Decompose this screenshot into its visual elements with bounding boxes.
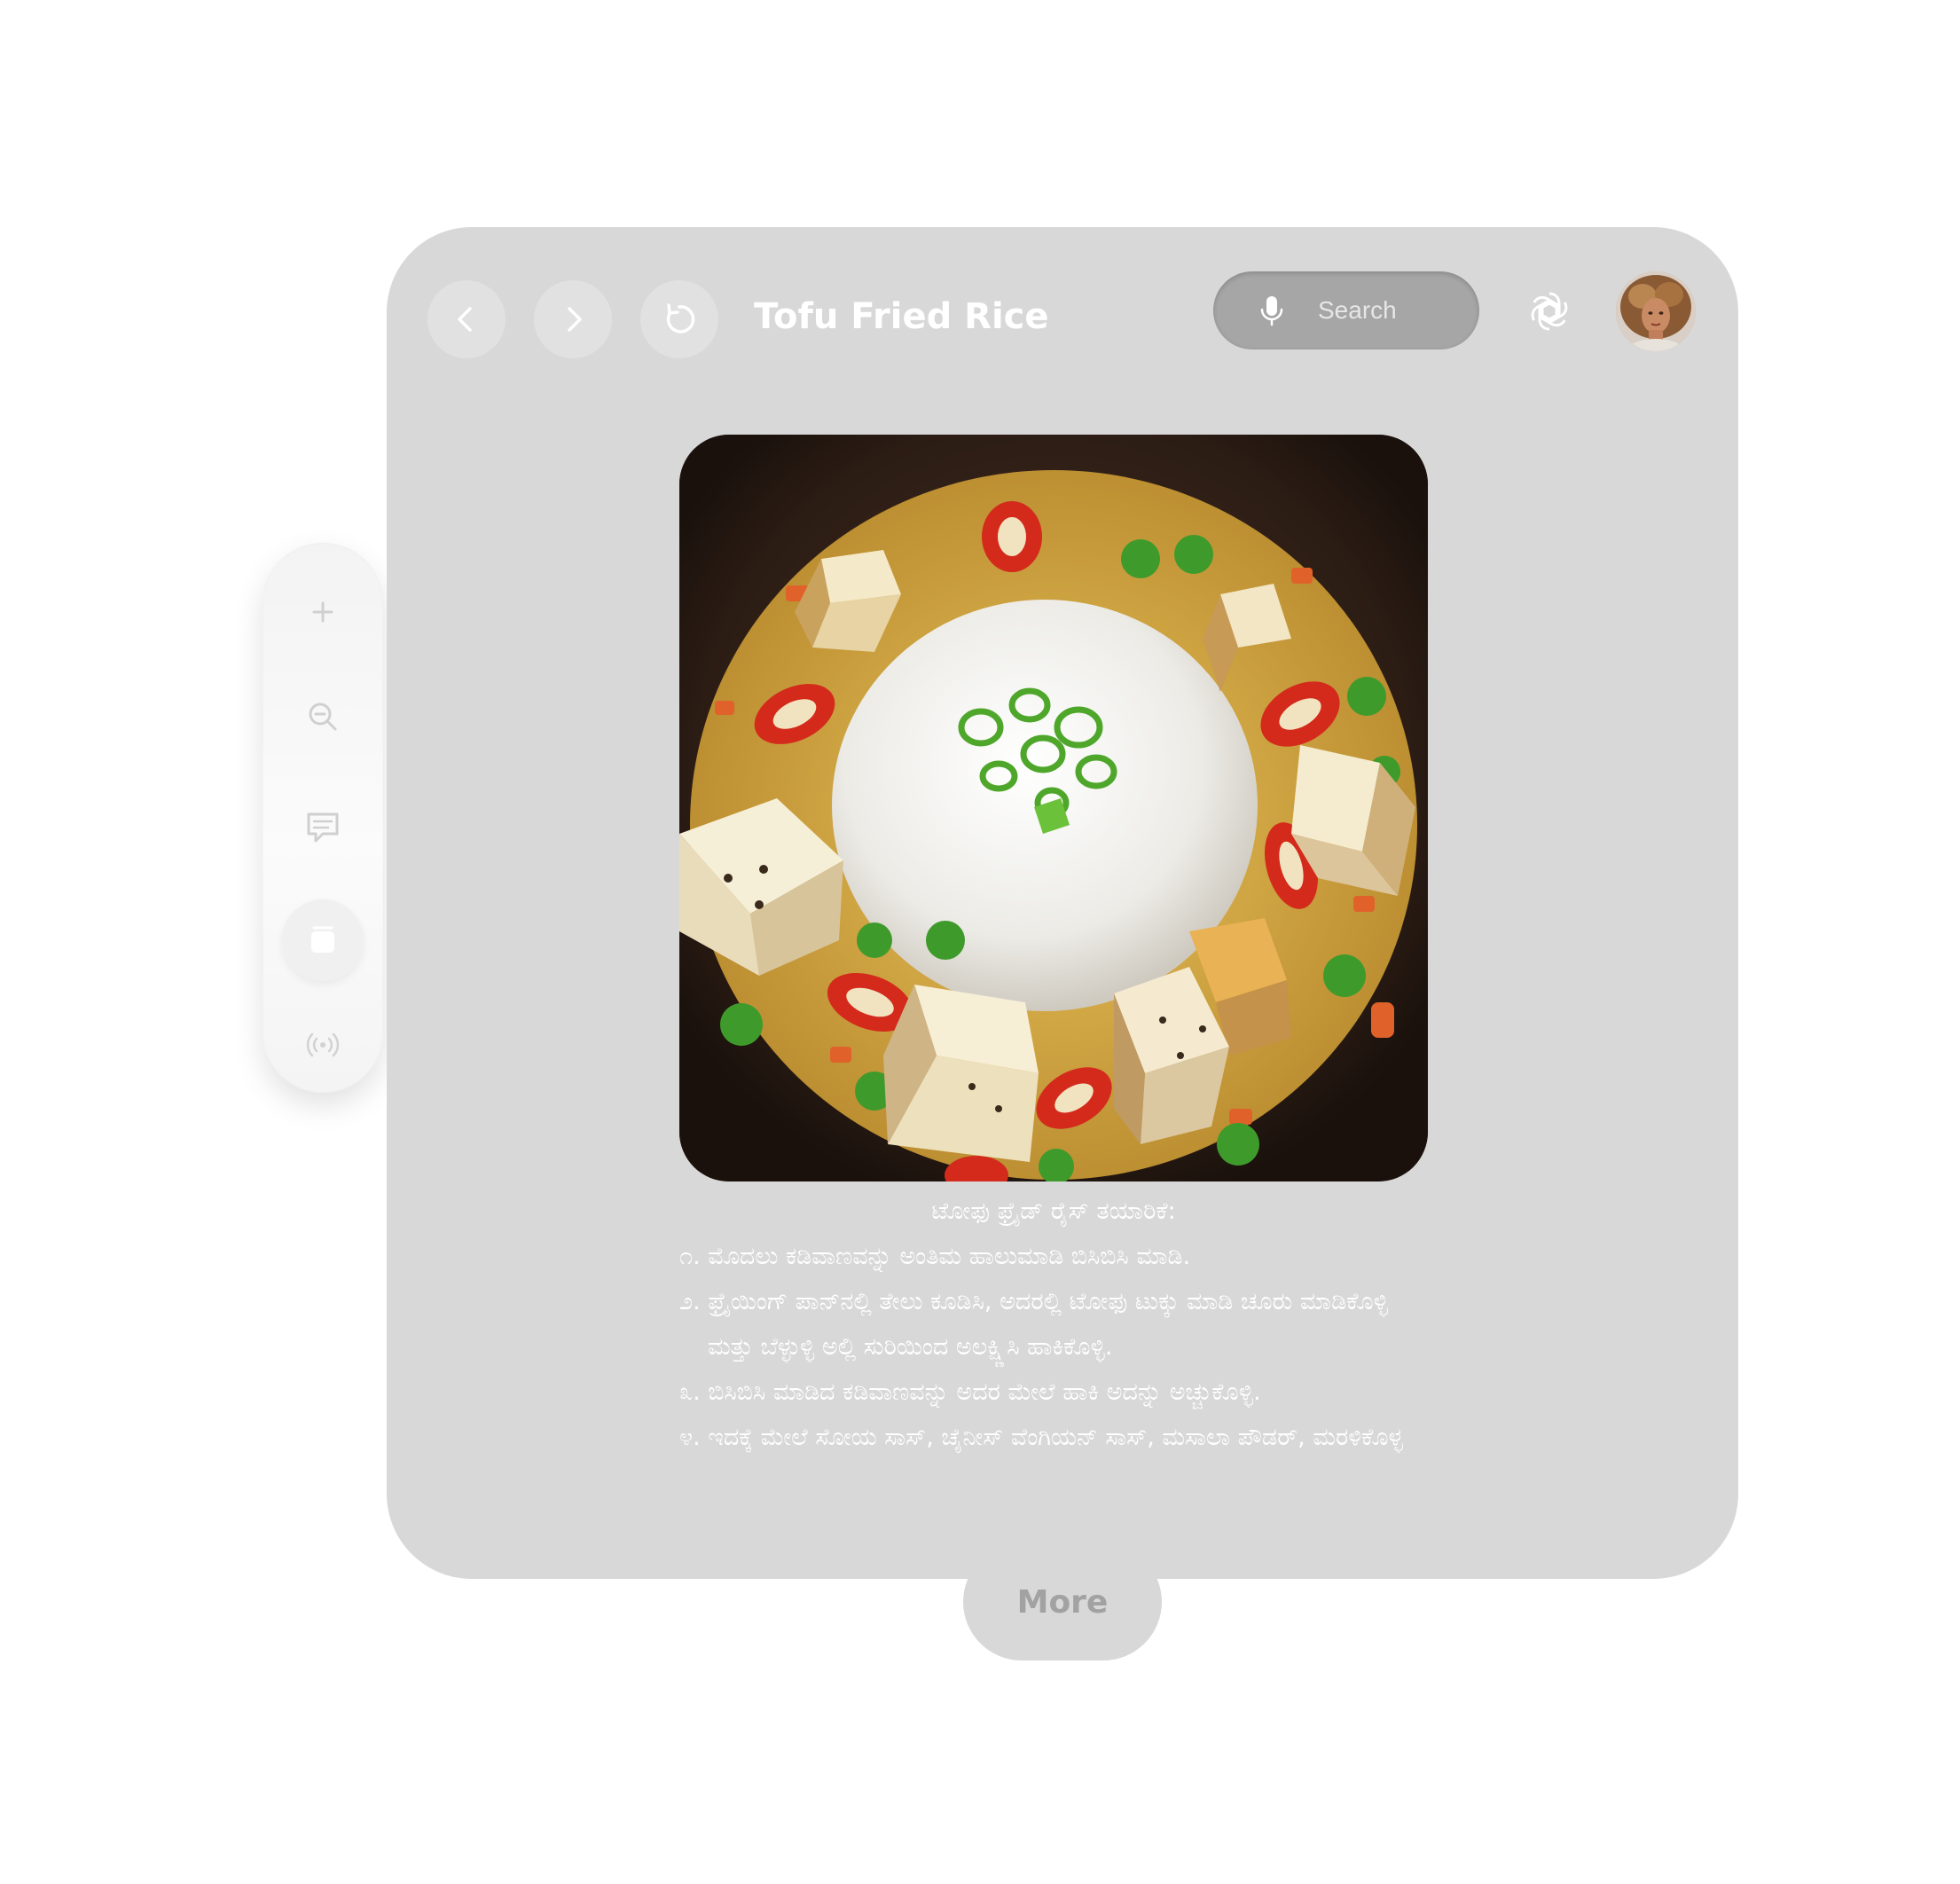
stage: Tofu Fried Rice Search ಟೋಫು ಫ್ರೈಡ್ ರೈಸ್ … <box>0 0 1960 1884</box>
browser-window: Tofu Fried Rice Search ಟೋಫು ಫ್ರೈಡ್ ರೈಸ್ … <box>387 227 1738 1579</box>
food-image <box>679 435 1428 1181</box>
search-bar[interactable] <box>1213 271 1479 349</box>
more-button[interactable]: More <box>963 1543 1162 1660</box>
forward-button[interactable] <box>534 280 612 358</box>
recipe-step-1: ೧. ಮೊದಲು ಕಡಿವಾಣವನ್ನು ಅಂತಿಮ ಹಾಲುಮಾಡಿ ಬಿಸಿ… <box>679 1243 1191 1270</box>
window-icon <box>311 926 334 953</box>
user-avatar[interactable] <box>1616 271 1696 351</box>
top-bar: Tofu Fried Rice <box>387 227 1738 404</box>
tofu-fried-rice-image <box>679 435 1428 1181</box>
reload-button[interactable] <box>640 280 718 358</box>
broadcast-icon <box>306 1032 340 1057</box>
recipe-step-2-continued: ಮತ್ತು ಬೆಳ್ಳುಳ್ಳಿ ಅಲ್ಲಿ ಸುರಿಯಿಂದ ಅಲಕ್ಷ್ಣಿ… <box>708 1333 1113 1361</box>
reload-icon <box>666 303 695 334</box>
recipe-step-2: ೨. ಫ್ರೈಯಿಂಗ್ ಪಾನ್‌ನಲ್ಲಿ ತೇಲು ಕೂಡಿಸಿ, ಅದರ… <box>679 1288 1389 1315</box>
window-button[interactable] <box>282 899 364 981</box>
zoom-out-icon <box>309 703 337 731</box>
zoom-in-icon <box>312 601 333 623</box>
microphone-icon[interactable] <box>1254 293 1290 328</box>
recipe-step-3: ೩. ಬಿಸಿಬಿಸಿ ಮಾಡಿದ ಕಡಿವಾಣವನ್ನು ಅದರ ಮೇಲೆ ಹ… <box>679 1378 1261 1406</box>
broadcast-button[interactable] <box>282 1004 364 1086</box>
zoom-in-button[interactable] <box>282 571 364 653</box>
chat-icon <box>307 812 339 843</box>
avatar-portrait-icon <box>1616 271 1696 351</box>
recipe-step-4: ೪. ಇದಕ್ಕೆ ಮೇಲೆ ಸೋಯ ಸಾಸ್, ಚೈನೀಸ್ ವೆಂಗಿಯನ್… <box>679 1424 1403 1451</box>
chat-button[interactable] <box>282 786 364 867</box>
page-title: Tofu Fried Rice <box>754 296 1049 337</box>
back-button[interactable] <box>427 280 506 358</box>
search-input[interactable] <box>1316 295 1470 326</box>
side-toolbar <box>263 543 383 1093</box>
chevron-left-icon <box>458 307 472 332</box>
chevron-right-icon <box>568 307 582 332</box>
recipe-text: ಟೋಫು ಫ್ರೈಡ್ ರೈಸ್ ತಯಾರಿಕೆ: ೧. ಮೊದಲು ಕಡಿವಾ… <box>679 1189 1602 1460</box>
recipe-title: ಟೋಫು ಫ್ರೈಡ್ ರೈಸ್ ತಯಾರಿಕೆ: <box>931 1197 1176 1225</box>
openai-icon[interactable] <box>1525 287 1573 335</box>
zoom-out-button[interactable] <box>282 676 364 758</box>
